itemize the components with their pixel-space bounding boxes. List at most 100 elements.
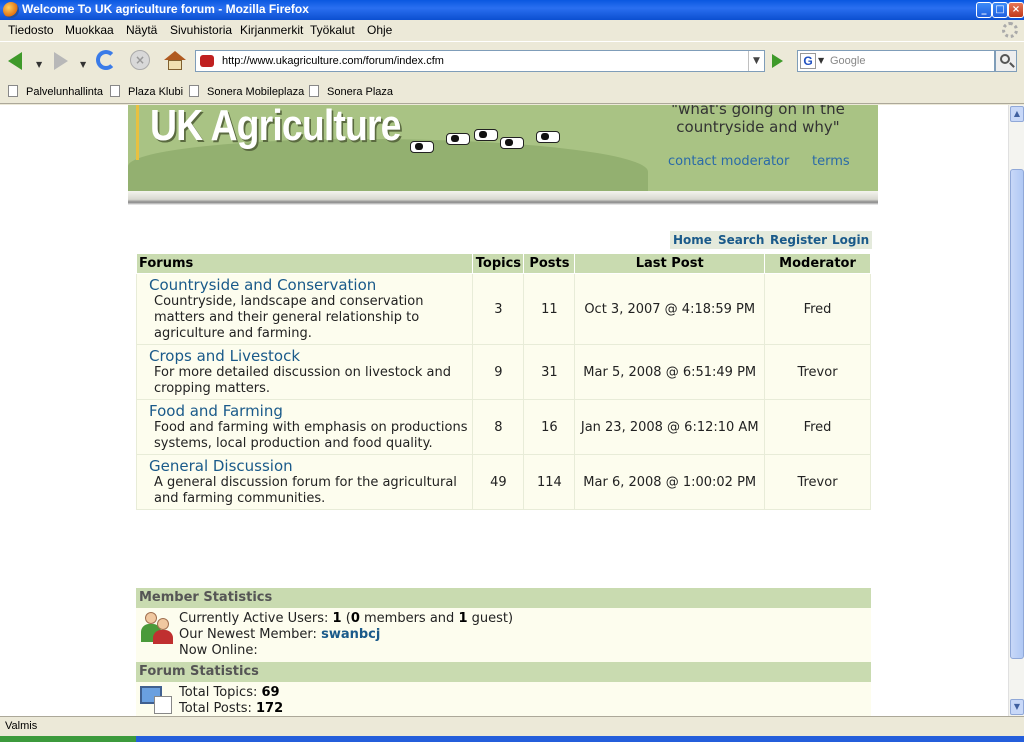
- go-button[interactable]: [768, 52, 786, 70]
- bookmarks-toolbar: Palvelunhallinta Plaza Klubi Sonera Mobi…: [0, 80, 1024, 104]
- site-logo[interactable]: UK Agriculture: [150, 105, 401, 151]
- table-row: General Discussion A general discussion …: [135, 454, 871, 510]
- statistics-panel: Member Statistics Currently Active Users…: [136, 588, 871, 716]
- col-header-last-post: Last Post: [574, 253, 766, 274]
- os-taskbar: [0, 736, 1024, 742]
- site-banner: UK Agriculture "what's going on in the c…: [128, 105, 878, 191]
- login-link[interactable]: Login: [829, 231, 873, 249]
- back-history-dropdown[interactable]: ▼: [36, 60, 42, 69]
- topics-count: 49: [472, 454, 525, 510]
- posts-count: 16: [523, 399, 576, 455]
- table-row: Countryside and Conservation Countryside…: [135, 273, 871, 345]
- forward-history-dropdown[interactable]: ▼: [80, 60, 86, 69]
- forum-description: A general discussion forum for the agric…: [154, 475, 457, 506]
- moderator-name: Fred: [764, 273, 871, 345]
- forum-link[interactable]: Crops and Livestock: [149, 347, 470, 365]
- total-topics-line: Total Topics: 69: [179, 685, 280, 700]
- cow-image: [410, 141, 434, 153]
- menu-bookmarks[interactable]: Kirjanmerkit: [240, 23, 303, 37]
- table-row: Food and Farming Food and farming with e…: [135, 399, 871, 455]
- cow-image: [446, 133, 470, 145]
- topics-count: 8: [472, 399, 525, 455]
- col-header-posts: Posts: [523, 253, 576, 274]
- search-link[interactable]: Search: [715, 231, 768, 249]
- banner-divider: [128, 191, 878, 205]
- url-history-dropdown[interactable]: ▼: [748, 51, 764, 71]
- last-post-date: Mar 6, 2008 @ 1:00:02 PM: [574, 454, 766, 510]
- status-bar: Valmis: [0, 716, 1024, 736]
- cow-image: [474, 129, 498, 141]
- url-bar[interactable]: http://www.ukagriculture.com/forum/index…: [195, 50, 765, 72]
- home-link[interactable]: Home: [670, 231, 715, 249]
- firefox-icon: [3, 2, 19, 18]
- stop-button[interactable]: ×: [128, 48, 154, 74]
- menu-tools[interactable]: Työkalut: [310, 23, 355, 37]
- menu-help[interactable]: Ohje: [367, 23, 392, 37]
- now-online-label: Now Online:: [179, 643, 258, 658]
- users-icon: [141, 612, 173, 644]
- maximize-button[interactable]: □: [992, 2, 1008, 18]
- scroll-down-button[interactable]: ▼: [1010, 699, 1024, 715]
- bookmark-item[interactable]: Sonera Mobileplaza: [189, 85, 304, 98]
- total-posts-line: Total Posts: 172: [179, 701, 284, 716]
- home-icon: [164, 51, 186, 70]
- moderator-name: Trevor: [764, 454, 871, 510]
- member-statistics-body: Currently Active Users: 1 (0 members and…: [136, 608, 871, 662]
- forward-button[interactable]: [48, 48, 74, 74]
- page-icon: [110, 85, 120, 97]
- contact-moderator-link[interactable]: contact moderator: [668, 154, 789, 169]
- google-engine-icon[interactable]: G: [800, 53, 816, 69]
- menu-bar: Tiedosto Muokkaa Näytä Sivuhistoria Kirj…: [0, 20, 1024, 40]
- newest-member-link[interactable]: swanbcj: [321, 627, 380, 642]
- forward-arrow-icon: [54, 52, 68, 70]
- statistics-computer-icon: [140, 686, 174, 716]
- back-button[interactable]: [4, 48, 30, 74]
- last-post-date: Mar 5, 2008 @ 6:51:49 PM: [574, 344, 766, 400]
- window-title: Welcome To UK agriculture forum - Mozill…: [22, 2, 309, 16]
- bookmark-item[interactable]: Plaza Klubi: [110, 85, 183, 98]
- navigation-toolbar: ▼ ▼ × http://www.ukagriculture.com/forum…: [0, 41, 1024, 79]
- close-button[interactable]: ×: [1008, 2, 1024, 18]
- bookmark-item[interactable]: Sonera Plaza: [309, 85, 393, 98]
- moderator-name: Fred: [764, 399, 871, 455]
- reload-button[interactable]: [94, 48, 120, 74]
- terms-link[interactable]: terms: [812, 154, 850, 169]
- vertical-scrollbar[interactable]: ▲ ▼: [1008, 105, 1024, 716]
- url-text[interactable]: http://www.ukagriculture.com/forum/index…: [222, 55, 444, 67]
- active-users-line: Currently Active Users: 1 (0 members and…: [179, 611, 514, 626]
- member-statistics-heading: Member Statistics: [136, 588, 871, 608]
- forum-link[interactable]: Food and Farming: [149, 402, 470, 420]
- newest-member-line: Our Newest Member: swanbcj: [179, 627, 381, 642]
- page-viewport: UK Agriculture "what's going on in the c…: [0, 105, 1008, 716]
- site-tagline: "what's going on in the countryside and …: [671, 105, 845, 136]
- forum-link[interactable]: General Discussion: [149, 457, 470, 475]
- scroll-thumb[interactable]: [1010, 169, 1024, 659]
- activity-throbber-icon: [1002, 22, 1018, 38]
- search-input[interactable]: Google: [830, 55, 865, 67]
- search-bar[interactable]: G ▼ Google: [797, 50, 995, 72]
- home-button[interactable]: [162, 48, 188, 74]
- scroll-up-button[interactable]: ▲: [1010, 106, 1024, 122]
- menu-edit[interactable]: Muokkaa: [65, 23, 114, 37]
- posts-count: 114: [523, 454, 576, 510]
- register-link[interactable]: Register: [767, 231, 831, 249]
- posts-count: 31: [523, 344, 576, 400]
- minimize-button[interactable]: _: [976, 2, 992, 18]
- start-button[interactable]: [0, 736, 136, 742]
- forum-link[interactable]: Countryside and Conservation: [149, 276, 470, 294]
- cow-image: [536, 131, 560, 143]
- search-engine-dropdown[interactable]: ▼: [818, 56, 824, 65]
- search-go-button[interactable]: [995, 50, 1017, 72]
- last-post-date: Oct 3, 2007 @ 4:18:59 PM: [574, 273, 766, 345]
- menu-view[interactable]: Näytä: [126, 23, 157, 37]
- page-icon: [189, 85, 199, 97]
- menu-file[interactable]: Tiedosto: [8, 23, 54, 37]
- menu-history[interactable]: Sivuhistoria: [170, 23, 232, 37]
- forum-statistics-heading: Forum Statistics: [136, 662, 871, 682]
- status-text: Valmis: [5, 720, 38, 732]
- col-header-moderator: Moderator: [764, 253, 871, 274]
- table-header-row: Forums Topics Posts Last Post Moderator: [135, 253, 871, 274]
- back-arrow-icon: [8, 52, 22, 70]
- forum-statistics-body: Total Topics: 69 Total Posts: 172: [136, 682, 871, 716]
- bookmark-item[interactable]: Palvelunhallinta: [8, 85, 103, 98]
